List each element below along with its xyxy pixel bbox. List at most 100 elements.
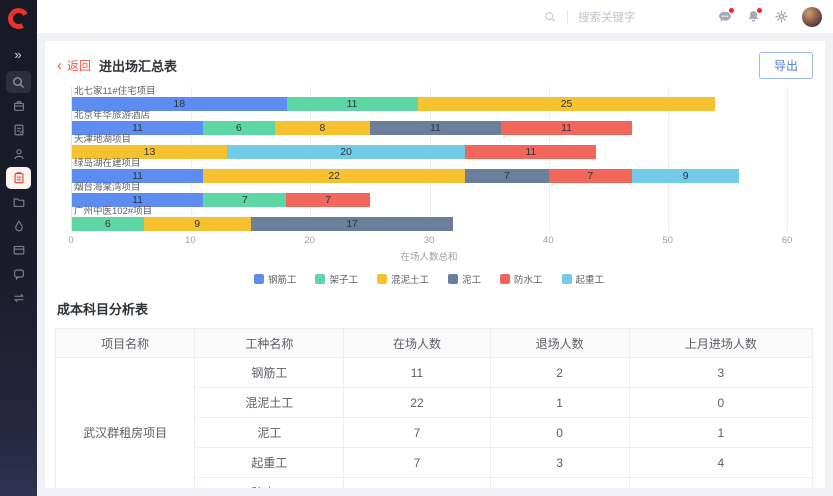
bar-segment[interactable]: 6: [72, 217, 144, 231]
bar-segment[interactable]: 18: [72, 97, 287, 111]
table-cell: 混泥土工: [195, 388, 344, 418]
page-title: 进出场汇总表: [99, 56, 177, 75]
x-tick-label: 20: [304, 235, 315, 246]
notifications-button[interactable]: [742, 6, 764, 28]
bar-track: 132011: [72, 145, 787, 159]
report-icon: [12, 123, 26, 137]
chart-row: 绿岛湖在建项目1122779: [72, 159, 787, 183]
bar-segment[interactable]: 8: [275, 121, 370, 135]
legend-label: 泥工: [462, 272, 481, 286]
legend-label: 起重工: [576, 272, 605, 286]
chart-row: 烟台海棠湾项目1177: [72, 183, 787, 207]
table-header-cell: 退场人数: [490, 329, 629, 358]
back-link[interactable]: ‹ 返回: [57, 57, 91, 74]
x-axis-label: 在场人数总和: [71, 249, 787, 263]
bar-segment[interactable]: 7: [203, 193, 286, 207]
legend-item[interactable]: 防水工: [500, 272, 543, 286]
transfer-icon: [12, 291, 26, 305]
legend-item[interactable]: 起重工: [562, 272, 605, 286]
legend-label: 钢筋工: [268, 272, 297, 286]
settings-button[interactable]: [770, 6, 792, 28]
brand-c-logo-ring: [6, 6, 32, 32]
sidebar-item-company[interactable]: [6, 95, 31, 117]
sidebar-item-user[interactable]: [6, 143, 31, 165]
table-title: 成本科目分析表: [57, 299, 813, 318]
legend-item[interactable]: 钢筋工: [254, 272, 297, 286]
content-area: ‹ 返回 进出场汇总表 导出 北七家11#住宅项目181125北京年华旅游酒店1…: [37, 33, 833, 496]
bar-track: 181125: [72, 97, 787, 111]
bar-segment[interactable]: 7: [465, 169, 548, 183]
bar-segment[interactable]: 6: [203, 121, 275, 135]
bar-label: 广州中医102#项目: [74, 207, 787, 216]
chart-rows: 北七家11#住宅项目181125北京年华旅游酒店11681111天津地湖项目13…: [72, 87, 787, 231]
chart-row: 广州中医102#项目6917: [72, 207, 787, 231]
bar-segment[interactable]: 11: [72, 193, 203, 207]
sidebar-item-billing[interactable]: [6, 239, 31, 261]
table-cell: 3: [629, 358, 812, 388]
sidebar-item-report[interactable]: [6, 119, 31, 141]
table-header-row: 项目名称工种名称在场人数退场人数上月进场人数: [56, 329, 813, 358]
table-cell: 0: [629, 388, 812, 418]
table-cell: 5: [490, 478, 629, 489]
user-avatar[interactable]: [802, 7, 822, 27]
bar-segment[interactable]: 11: [370, 121, 501, 135]
sidebar-item-folder[interactable]: [6, 191, 31, 213]
bar-track: 1122779: [72, 169, 787, 183]
chart-row: 天津地湖项目132011: [72, 135, 787, 159]
legend-swatch: [377, 274, 387, 284]
bar-label: 烟台海棠湾项目: [74, 183, 787, 192]
bar-segment[interactable]: 13: [72, 145, 227, 159]
bar-label: 天津地湖项目: [74, 135, 787, 144]
sidebar-item-records-active[interactable]: [6, 167, 31, 189]
content-card: ‹ 返回 进出场汇总表 导出 北七家11#住宅项目181125北京年华旅游酒店1…: [45, 41, 825, 488]
sidebar-expand-button[interactable]: »: [6, 43, 31, 65]
x-tick-label: 0: [68, 235, 73, 246]
bar-track: 6917: [72, 217, 787, 231]
sidebar-item-search[interactable]: [6, 71, 31, 93]
brand-c-logo[interactable]: [0, 0, 37, 37]
legend-item[interactable]: 混泥土工: [377, 272, 429, 286]
table-cell: 11: [344, 358, 490, 388]
chat-button[interactable]: [714, 6, 736, 28]
legend-swatch: [448, 274, 458, 284]
bar-segment[interactable]: 17: [251, 217, 454, 231]
sidebar-item-messages[interactable]: [6, 263, 31, 285]
search-divider: [567, 10, 568, 23]
global-search-input[interactable]: 搜索关键字: [543, 9, 666, 25]
table-cell: 2: [490, 358, 629, 388]
export-button[interactable]: 导出: [759, 52, 813, 79]
bar-segment[interactable]: 25: [418, 97, 716, 111]
legend-swatch: [500, 274, 510, 284]
table-cell: 9: [344, 478, 490, 489]
legend-item[interactable]: 架子工: [315, 272, 358, 286]
x-tick-label: 30: [424, 235, 435, 246]
bar-segment[interactable]: 9: [632, 169, 739, 183]
bar-segment[interactable]: 11: [72, 169, 203, 183]
bar-segment[interactable]: 9: [144, 217, 251, 231]
chart-plot-area: 北七家11#住宅项目181125北京年华旅游酒店11681111天津地湖项目13…: [71, 87, 787, 231]
bar-segment[interactable]: 20: [227, 145, 465, 159]
main-area: 搜索关键字: [37, 0, 833, 496]
legend-item[interactable]: 泥工: [448, 272, 481, 286]
bar-segment[interactable]: 11: [465, 145, 596, 159]
bar-segment[interactable]: 7: [286, 193, 369, 207]
notifications-badge-dot: [757, 8, 762, 13]
bar-segment[interactable]: 11: [501, 121, 632, 135]
sidebar-item-transfer[interactable]: [6, 287, 31, 309]
bar-segment[interactable]: 22: [203, 169, 465, 183]
bar-track: 1177: [72, 193, 787, 207]
table-cell: 4: [629, 448, 812, 478]
table-cell: 1: [629, 418, 812, 448]
gear-icon: [774, 9, 789, 24]
topbar: 搜索关键字: [37, 0, 833, 33]
table-cell: 起重工: [195, 448, 344, 478]
sidebar-item-materials[interactable]: [6, 215, 31, 237]
search-icon: [543, 10, 557, 24]
bar-label: 绿岛湖在建项目: [74, 159, 787, 168]
bar-segment[interactable]: 7: [549, 169, 632, 183]
bar-segment[interactable]: 11: [287, 97, 418, 111]
chart-legend: 钢筋工 架子工 混泥土工 泥工 防水工 起重工: [71, 272, 787, 286]
table-cell: 防水工: [195, 478, 344, 489]
bar-segment[interactable]: 11: [72, 121, 203, 135]
bar-track: 11681111: [72, 121, 787, 135]
